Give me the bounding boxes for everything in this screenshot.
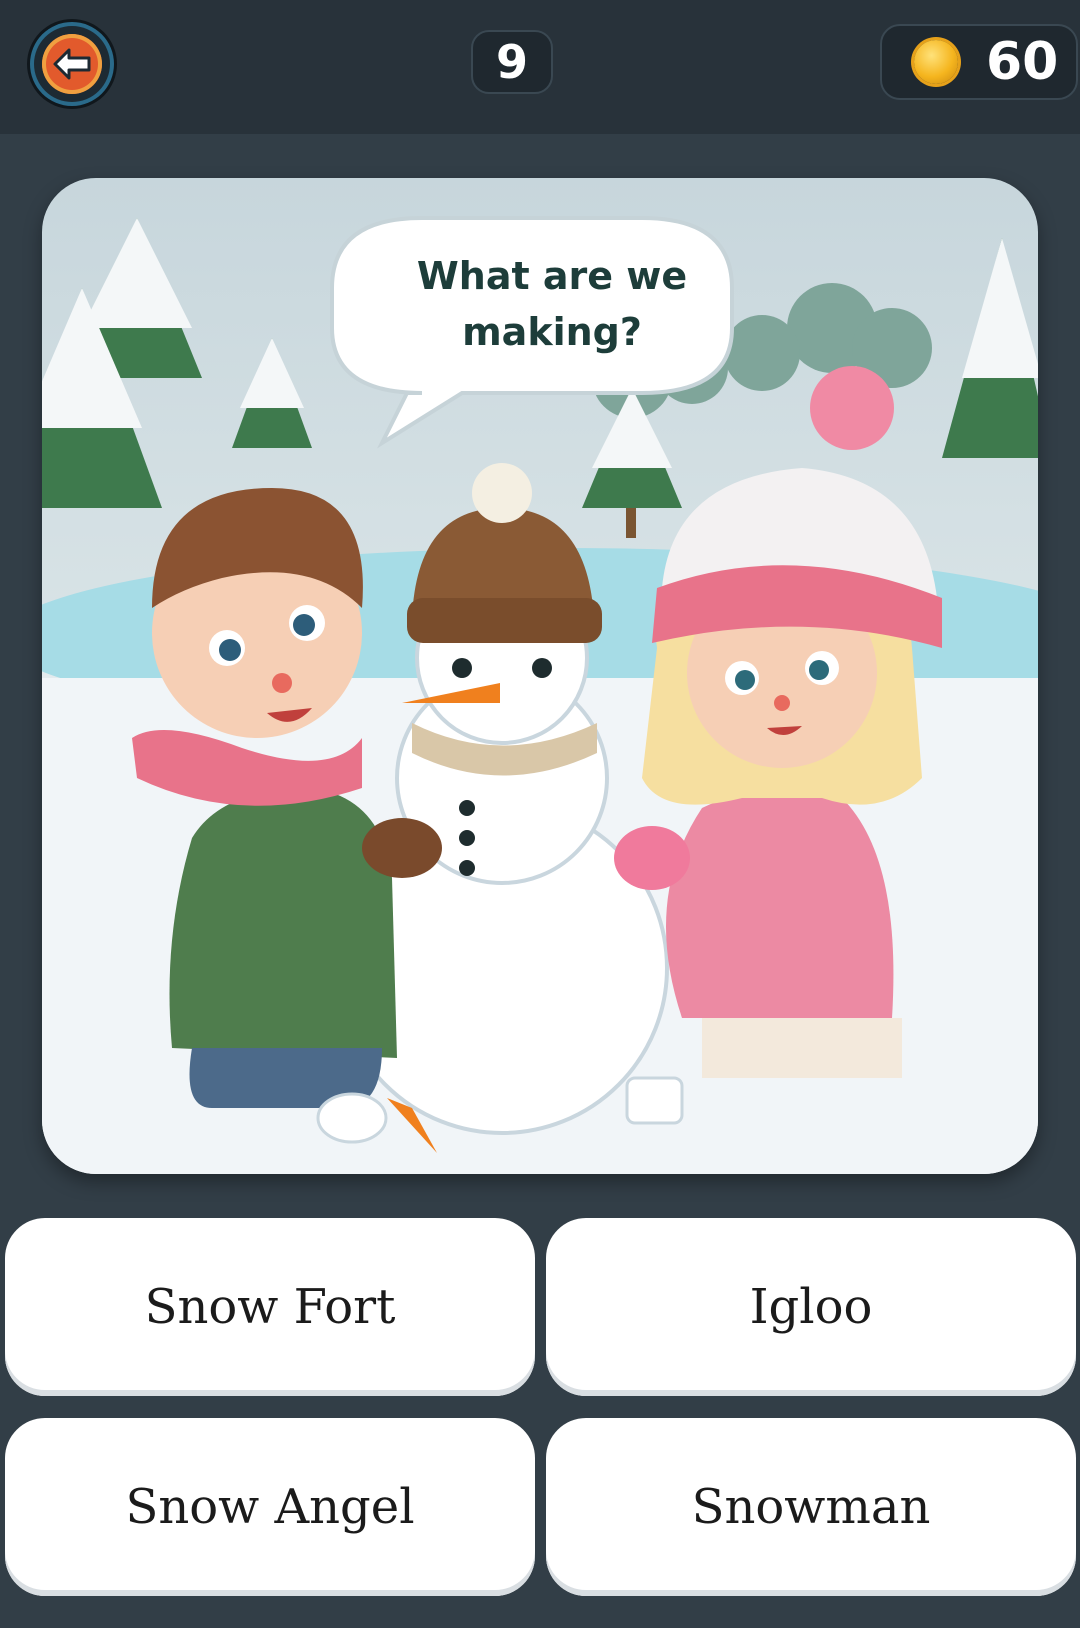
back-button[interactable] <box>34 26 110 102</box>
answer-option-snowman[interactable]: Snowman <box>546 1418 1076 1596</box>
coin-balance: 60 <box>880 24 1078 100</box>
speech-bubble-text: What are we making? <box>416 254 688 354</box>
back-arrow-icon <box>42 34 102 94</box>
coin-icon <box>914 40 958 84</box>
question-image: What are we making? <box>42 178 1038 1174</box>
top-bar: 9 60 <box>0 0 1080 134</box>
answer-option-snow-fort[interactable]: Snow Fort <box>5 1218 535 1396</box>
answer-option-snow-angel[interactable]: Snow Angel <box>5 1418 535 1596</box>
answer-option-igloo[interactable]: Igloo <box>546 1218 1076 1396</box>
level-counter: 9 <box>471 30 553 94</box>
coin-count: 60 <box>986 32 1059 92</box>
